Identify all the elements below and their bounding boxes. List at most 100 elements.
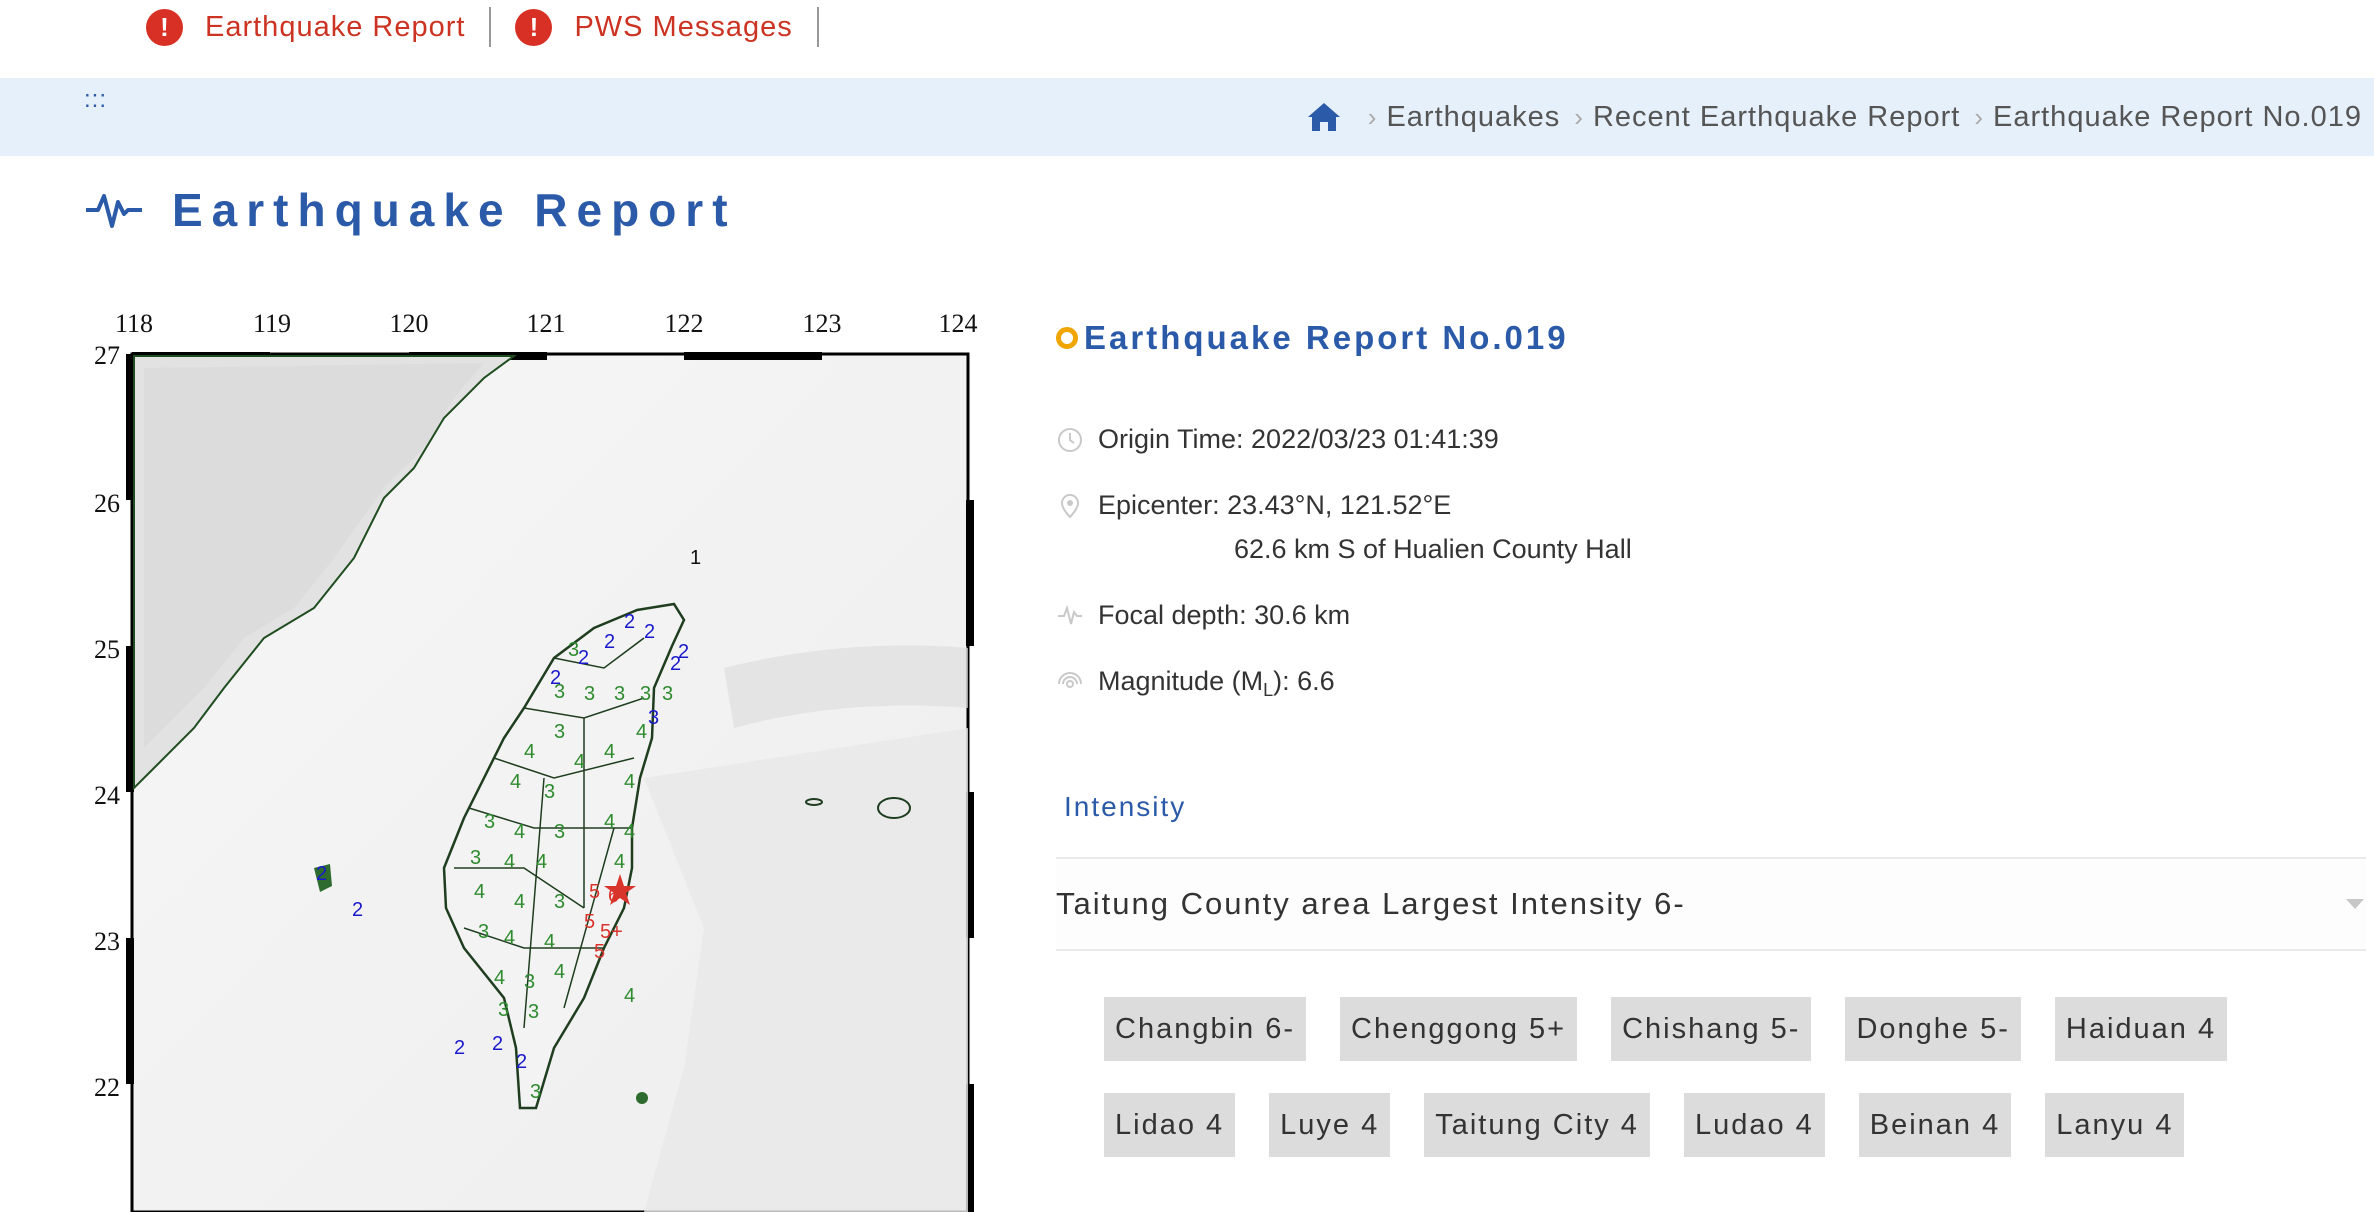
magnitude-subscript: L — [1263, 680, 1274, 700]
accesskey-link[interactable]: ::: — [84, 86, 107, 114]
intensity-label: 3 — [554, 681, 565, 703]
area-label: Taitung County area Largest Intensity 6- — [1056, 886, 1686, 921]
epicenter-row: Epicenter: 23.43°N, 121.52°E 62.6 km S o… — [1056, 490, 2366, 564]
intensity-label: 3 — [498, 999, 509, 1021]
breadcrumb-bar: ::: › Earthquakes › Recent Earthquake Re… — [0, 78, 2374, 156]
intensity-label: 2 — [352, 899, 363, 921]
green-island — [636, 1092, 648, 1104]
intensity-label: 4 — [524, 741, 535, 763]
magnitude-prefix: Magnitude (M — [1098, 666, 1264, 696]
area-accordion-header[interactable]: Taitung County area Largest Intensity 6- — [1056, 857, 2366, 951]
intensity-label: 3 — [528, 1001, 539, 1023]
home-icon[interactable] — [1306, 99, 1342, 135]
intensity-label: 3 — [648, 707, 659, 729]
report-title: Earthquake Report No.019 — [1084, 319, 1569, 356]
intensity-label: 3 — [584, 683, 595, 705]
intensity-label: 5 — [589, 881, 600, 903]
intensity-label: 2 — [624, 611, 635, 633]
intensity-label: 4 — [624, 771, 635, 793]
exclamation-circle-icon: ! — [515, 8, 553, 46]
epicenter-block: Epicenter: 23.43°N, 121.52°E 62.6 km S o… — [1098, 490, 1632, 564]
station-chip[interactable]: Lanyu 4 — [2045, 1093, 2185, 1157]
map-lon-tick: 124 — [939, 309, 978, 338]
magnitude: Magnitude (ML): 6.6 — [1098, 666, 1335, 705]
station-chip[interactable]: Ludao 4 — [1683, 1093, 1825, 1157]
station-chip[interactable]: Haiduan 4 — [2054, 997, 2228, 1061]
alert-label: PWS Messages — [574, 10, 793, 43]
map-lat-tick: 27 — [94, 341, 120, 370]
chevron-down-icon[interactable] — [2346, 899, 2364, 909]
breadcrumb-item-current-report[interactable]: Earthquake Report No.019 — [1993, 101, 2362, 134]
intensity-label: 4 — [514, 891, 525, 913]
intensity-label: 5 — [594, 941, 605, 963]
intensity-label: 2 — [578, 647, 589, 669]
focal-depth: Focal depth: 30.6 km — [1098, 600, 1351, 630]
breadcrumb: › Earthquakes › Recent Earthquake Report… — [1306, 78, 2362, 156]
intensity-label: 2 — [492, 1033, 503, 1055]
map-lon-tick: 119 — [253, 309, 291, 338]
breadcrumb-item-earthquakes[interactable]: Earthquakes — [1386, 101, 1560, 134]
map-lat-tick: 26 — [94, 489, 120, 518]
station-chip[interactable]: Luye 4 — [1269, 1093, 1391, 1157]
alert-label: Earthquake Report — [205, 10, 466, 43]
intensity-label: 4 — [474, 881, 485, 903]
origin-time: Origin Time: 2022/03/23 01:41:39 — [1098, 424, 1499, 454]
map-lon-tick: 120 — [390, 309, 429, 338]
intensity-label: 3 — [662, 683, 673, 705]
map-lat-tick: 24 — [94, 781, 120, 810]
intensity-label: 4 — [636, 721, 647, 743]
epicenter: Epicenter: 23.43°N, 121.52°E — [1098, 490, 1452, 520]
breadcrumb-separator: › — [1574, 101, 1583, 132]
focal-depth-row: Focal depth: 30.6 km — [1056, 600, 2366, 630]
station-chip[interactable]: Donghe 5- — [1845, 997, 2021, 1061]
breadcrumb-separator: › — [1367, 101, 1377, 132]
intensity-label: 3 — [614, 683, 625, 705]
alert-bar: ! Earthquake Report ! PWS Messages — [0, 0, 2374, 54]
earthquake-report-alert-link[interactable]: ! Earthquake Report — [146, 7, 492, 47]
ring-bullet-icon — [1056, 327, 1078, 349]
intensity-label: 4 — [504, 927, 515, 949]
intensity-label: 2 — [454, 1037, 465, 1059]
intensity-label: 2 — [670, 653, 681, 675]
intensity-label: 3 — [478, 921, 489, 943]
page-title: Earthquake Report — [172, 184, 737, 236]
breadcrumb-item-recent-report[interactable]: Recent Earthquake Report — [1593, 101, 1960, 134]
intensity-label: 2 — [604, 631, 615, 653]
map-lon-tick: 122 — [665, 309, 704, 338]
seismic-wave-icon — [1058, 604, 1082, 625]
report-details: Origin Time: 2022/03/23 01:41:39 Epicent… — [1056, 424, 2366, 705]
station-chip[interactable]: Beinan 4 — [1858, 1093, 2012, 1157]
map-pin-icon — [1060, 493, 1080, 519]
intensity-label: 2 — [644, 621, 655, 643]
pulse-icon — [86, 194, 142, 228]
intensity-label: 4 — [510, 771, 521, 793]
station-intensity-list: Changbin 6- Chenggong 5+ Chishang 5- Don… — [1104, 997, 2304, 1189]
station-chip[interactable]: Chenggong 5+ — [1340, 997, 1578, 1061]
intensity-label: 5+ — [600, 921, 623, 943]
station-chip[interactable]: Lidao 4 — [1104, 1093, 1236, 1157]
station-chip[interactable]: Chishang 5- — [1611, 997, 1812, 1061]
intensity-label: 4 — [604, 811, 615, 833]
intensity-label: 3 — [530, 1081, 541, 1103]
intensity-map-svg: 118 119 120 121 122 123 124 27 26 25 24 … — [94, 309, 978, 1212]
intensity-label: 3 — [484, 811, 495, 833]
magnitude-row: Magnitude (ML): 6.6 — [1056, 666, 2366, 705]
map-lon-tick: 121 — [527, 309, 566, 338]
intensity-label: 3 — [554, 721, 565, 743]
intensity-label: 4 — [614, 851, 625, 873]
intensity-label: 3 — [544, 781, 555, 803]
clock-icon — [1058, 428, 1082, 452]
intensity-label: 3 — [554, 821, 565, 843]
station-chip[interactable]: Taitung City 4 — [1424, 1093, 1650, 1157]
pws-messages-alert-link[interactable]: ! PWS Messages — [515, 7, 819, 47]
report-header: Earthquake Report No.019 — [1056, 310, 2366, 366]
intensity-label: 4 — [604, 741, 615, 763]
intensity-map: 118 119 120 121 122 123 124 27 26 25 24 … — [84, 308, 984, 1212]
report-panel: Earthquake Report No.019 Origin Time: 20… — [1056, 310, 2366, 1189]
tab-intensity[interactable]: Intensity — [1064, 791, 2366, 823]
intensity-label: 4 — [624, 985, 635, 1007]
intensity-label: 4 — [554, 961, 565, 983]
station-chip[interactable]: Changbin 6- — [1104, 997, 1306, 1061]
map-lon-tick: 118 — [115, 309, 153, 338]
intensity-label: 4 — [494, 967, 505, 989]
